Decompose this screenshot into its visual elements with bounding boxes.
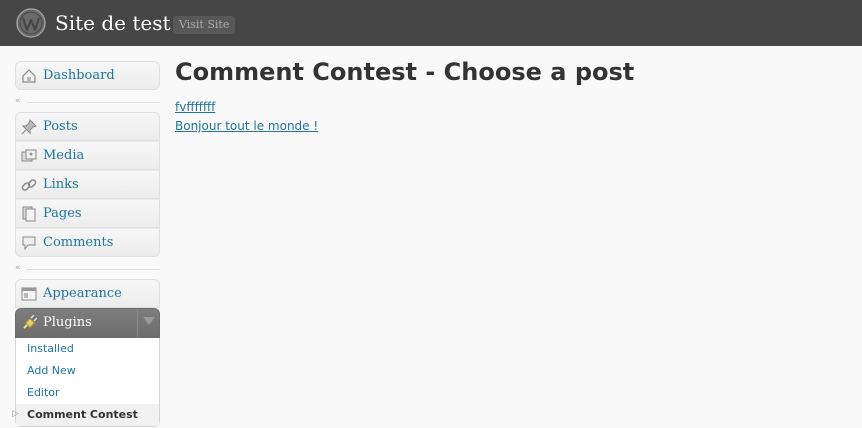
page-title: Comment Contest - Choose a post bbox=[175, 58, 635, 86]
link-icon bbox=[21, 179, 37, 191]
collapse-arrow-icon[interactable]: « bbox=[15, 94, 21, 108]
menu-item-media[interactable]: Media bbox=[15, 141, 160, 170]
pages-icon bbox=[22, 206, 36, 222]
collapse-arrow-icon[interactable]: « bbox=[15, 261, 21, 275]
post-link[interactable]: Bonjour tout le monde ! bbox=[175, 119, 318, 133]
post-link[interactable]: fvfffffff bbox=[175, 100, 215, 114]
submenu-item-add-new[interactable]: Add New bbox=[16, 360, 159, 382]
visit-site-button[interactable]: Visit Site bbox=[173, 16, 236, 34]
menu-item-pages[interactable]: Pages bbox=[15, 199, 160, 228]
submenu-item-installed[interactable]: Installed bbox=[16, 338, 159, 360]
menu-label-media: Media bbox=[43, 148, 85, 163]
menu-label-pages: Pages bbox=[43, 206, 82, 221]
menu-item-plugins[interactable]: Plugins bbox=[15, 308, 160, 338]
menu-label-comments: Comments bbox=[43, 235, 114, 250]
media-icon bbox=[21, 149, 37, 162]
menu-label-dashboard: Dashboard bbox=[43, 68, 115, 83]
menu-label-appearance: Appearance bbox=[43, 286, 122, 301]
plugins-submenu: Installed Add New Editor Comment Contest bbox=[15, 338, 160, 427]
menu-item-links[interactable]: Links bbox=[15, 170, 160, 199]
menu-label-posts: Posts bbox=[43, 119, 78, 134]
plug-icon bbox=[23, 315, 37, 329]
dashboard-icon bbox=[22, 69, 36, 83]
menu-label-plugins: Plugins bbox=[43, 315, 92, 330]
appearance-icon bbox=[21, 287, 37, 301]
submenu-item-comment-contest[interactable]: Comment Contest bbox=[16, 404, 159, 426]
pushpin-icon bbox=[21, 119, 37, 135]
wordpress-logo-icon[interactable] bbox=[16, 8, 46, 38]
menu-separator: « bbox=[15, 263, 160, 273]
submenu-toggle[interactable] bbox=[137, 309, 159, 337]
admin-header: Site de test Visit Site bbox=[0, 0, 862, 46]
menu-item-appearance[interactable]: Appearance bbox=[15, 279, 160, 308]
menu-label-links: Links bbox=[43, 177, 79, 192]
current-page-arrow-icon: ▷ bbox=[12, 409, 19, 419]
menu-item-comments[interactable]: Comments bbox=[15, 228, 160, 257]
site-title[interactable]: Site de test bbox=[55, 11, 171, 35]
submenu-item-editor[interactable]: Editor bbox=[16, 382, 159, 404]
menu-item-posts[interactable]: Posts bbox=[15, 112, 160, 141]
menu-separator: « bbox=[15, 96, 160, 106]
chevron-down-icon bbox=[143, 317, 155, 325]
menu-item-dashboard[interactable]: Dashboard bbox=[15, 61, 160, 90]
comment-icon bbox=[22, 236, 36, 251]
